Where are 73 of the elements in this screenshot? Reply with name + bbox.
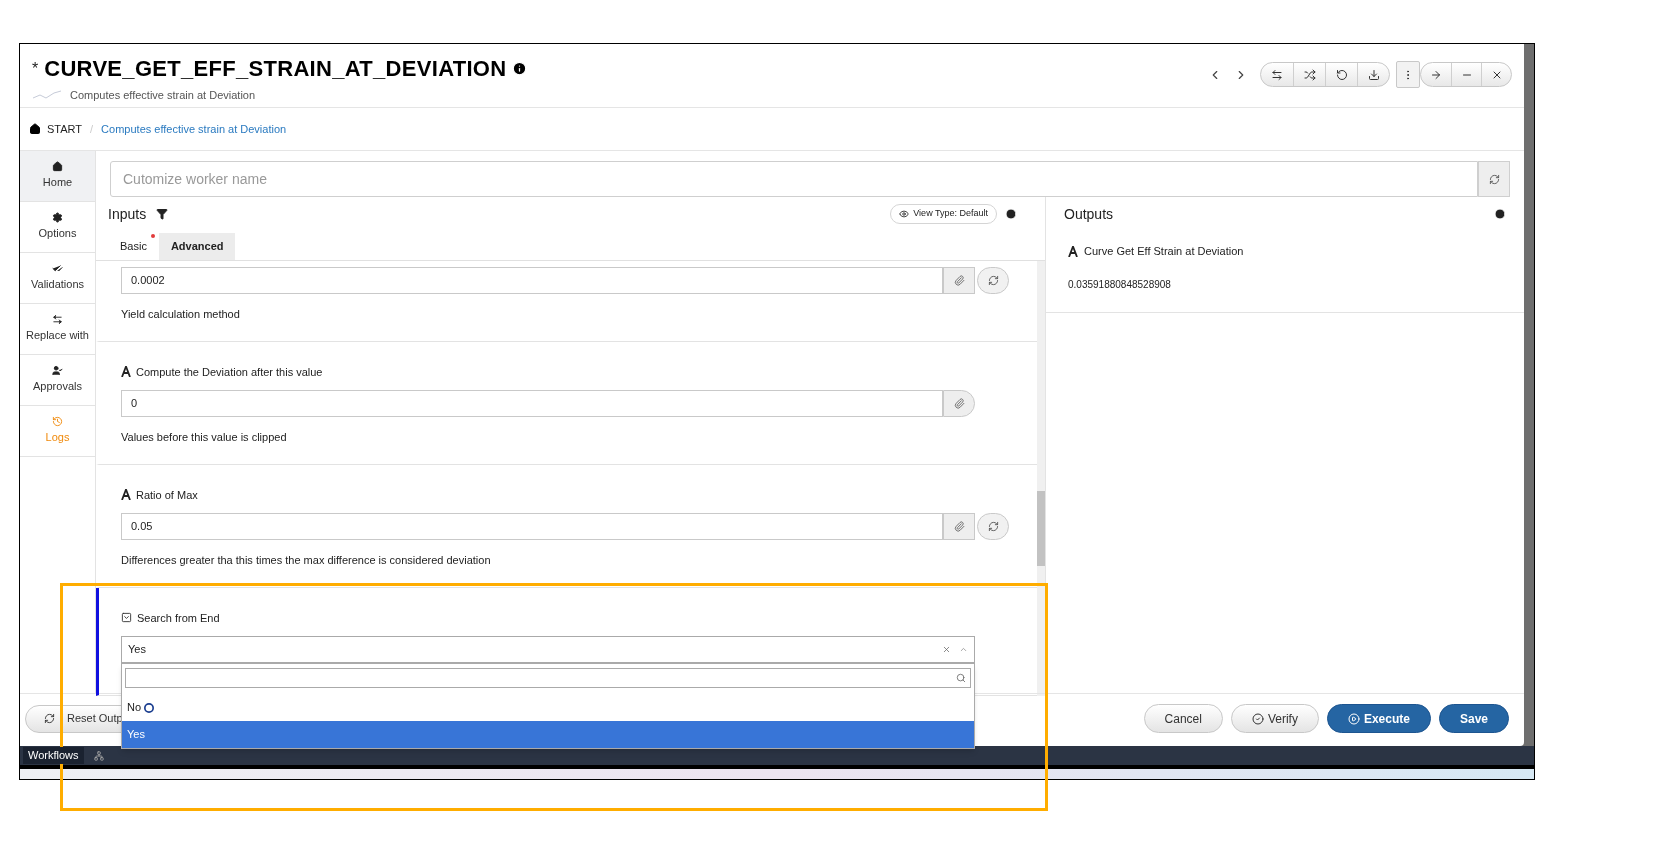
- swap-arrows-icon: [1271, 68, 1283, 81]
- paperclip-icon: [953, 521, 965, 532]
- breadcrumb-link[interactable]: Computes effective strain at Deviation: [101, 120, 287, 138]
- breadcrumb-item[interactable]: START: [47, 120, 83, 138]
- dropdown-option[interactable]: Yes: [122, 721, 974, 748]
- attach-button[interactable]: [943, 390, 975, 417]
- gear-icon: [52, 212, 63, 224]
- refresh-button[interactable]: [1478, 161, 1510, 197]
- search-icon: [956, 673, 966, 683]
- verify-button[interactable]: Verify: [1230, 704, 1319, 733]
- outputs-title: Outputs: [1064, 204, 1114, 224]
- breadcrumb-separator: /: [90, 121, 94, 137]
- clear-icon[interactable]: [942, 645, 951, 654]
- dropdown-field-icon: [121, 612, 132, 624]
- window-subtitle: Computes effective strain at Deviation: [70, 88, 256, 103]
- undo-icon: [1335, 68, 1348, 81]
- check-circle-icon: [1251, 712, 1264, 725]
- value-field[interactable]: 0: [121, 390, 943, 417]
- value-field[interactable]: 0.05: [121, 513, 943, 540]
- eye-icon: [899, 209, 910, 219]
- text-type-icon: [1068, 245, 1078, 257]
- select-field[interactable]: Yes: [121, 636, 975, 663]
- paperclip-icon: [953, 398, 965, 409]
- arrow-right-icon: [1430, 68, 1442, 81]
- scrollbar-thumb[interactable]: [1037, 491, 1045, 566]
- download-icon: [1367, 68, 1380, 81]
- shuffle-icon: [1303, 68, 1316, 81]
- swap-arrows-icon: [52, 314, 63, 326]
- sidebar-item[interactable]: Home: [20, 151, 95, 202]
- field-label: Compute the Deviation after this value: [136, 364, 323, 380]
- window-title: CURVE_GET_EFF_STRAIN_AT_DEVIATION: [44, 55, 507, 83]
- attach-button[interactable]: [943, 513, 975, 540]
- tab[interactable]: Advanced: [158, 233, 236, 260]
- filter-icon[interactable]: [156, 208, 169, 220]
- info-icon[interactable]: [512, 61, 528, 76]
- save-button[interactable]: Save: [1438, 704, 1509, 733]
- taskbar-tab[interactable]: Workflows: [23, 747, 84, 764]
- dropdown-search-field[interactable]: [125, 668, 971, 688]
- output-value: 0.03591880848528908: [1068, 277, 1172, 292]
- refresh-icon: [1488, 173, 1500, 185]
- caret-icon[interactable]: [959, 645, 968, 654]
- field-hint: Yield calculation method: [121, 307, 241, 322]
- field-label: Search from End: [137, 610, 220, 626]
- user-check-icon: [52, 365, 63, 377]
- execute-button[interactable]: Execute: [1326, 704, 1431, 733]
- text-type-icon: [121, 489, 131, 501]
- attach-button[interactable]: [943, 267, 975, 294]
- reset-button[interactable]: [977, 267, 1009, 294]
- field-hint: Differences greater tha this times the max difference is considered deviation: [121, 553, 492, 568]
- network-icon[interactable]: [93, 750, 104, 761]
- worker-name-field[interactable]: Cutomize worker name: [110, 161, 1478, 197]
- play-icon: [1347, 712, 1360, 725]
- reset-button[interactable]: [977, 513, 1009, 540]
- history-icon: [52, 416, 63, 428]
- value-field[interactable]: 0.0002: [121, 267, 943, 294]
- text-type-icon: [121, 366, 131, 378]
- refresh-icon: [987, 275, 999, 286]
- play-icon[interactable]: [1494, 208, 1506, 220]
- output-label: Curve Get Eff Strain at Deviation: [1084, 244, 1244, 259]
- field-label: Ratio of Max: [136, 487, 198, 503]
- home-icon[interactable]: [29, 123, 41, 135]
- play-icon[interactable]: [1005, 208, 1017, 220]
- sparkline-icon: [32, 90, 62, 101]
- field-hint: Values before this value is clipped: [121, 430, 288, 445]
- modified-mark: *: [32, 58, 39, 79]
- double-check-icon: [52, 263, 63, 275]
- paperclip-icon: [953, 275, 965, 286]
- cancel-button[interactable]: Cancel: [1143, 704, 1223, 733]
- refresh-icon: [44, 713, 55, 724]
- home-icon: [52, 161, 63, 173]
- inputs-title: Inputs: [108, 204, 147, 224]
- radio-ring-icon: [144, 702, 155, 713]
- refresh-icon: [987, 521, 999, 532]
